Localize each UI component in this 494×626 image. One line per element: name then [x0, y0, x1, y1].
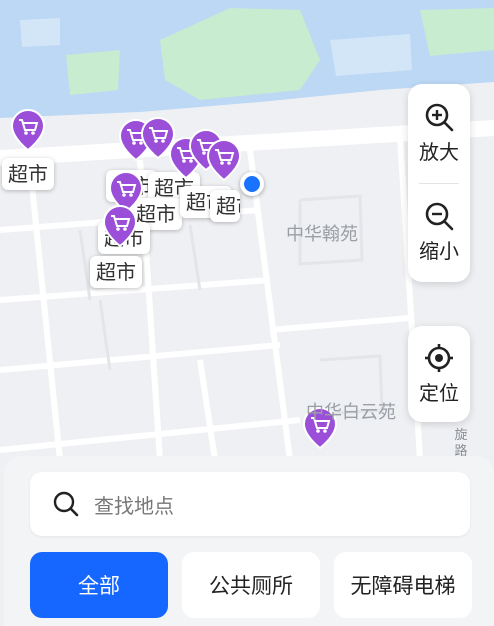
locate-button[interactable]: 定位 [408, 326, 470, 422]
zoom-out-icon [425, 202, 454, 231]
zoom-controls: 放大 缩小 [408, 84, 470, 282]
area-label: 中华白云苑 [306, 402, 396, 423]
locate-label: 定位 [419, 380, 459, 405]
cart-pin-icon[interactable] [10, 108, 46, 152]
poi-label-supermarket[interactable]: 超市 [210, 190, 240, 222]
search-placeholder: 查找地点 [94, 493, 174, 518]
area-label: 中华翰苑 [286, 224, 358, 245]
search-icon [53, 491, 79, 517]
zoom-in-button[interactable]: 放大 [408, 84, 470, 183]
user-location-dot [240, 172, 264, 196]
zoom-in-icon [425, 103, 454, 132]
cart-pin-icon[interactable] [206, 138, 242, 182]
cart-pin-icon[interactable] [102, 204, 138, 248]
filter-chip-all[interactable]: 全部 [30, 552, 168, 618]
filter-chip-public-toilet[interactable]: 公共厕所 [182, 552, 320, 618]
zoom-out-label: 缩小 [419, 239, 459, 264]
search-input[interactable]: 查找地点 [30, 472, 470, 536]
zoom-out-button[interactable]: 缩小 [408, 184, 470, 283]
crosshair-icon [425, 343, 453, 372]
poi-label-supermarket[interactable]: 超市 [90, 256, 142, 288]
filter-chip-accessible-elevator[interactable]: 无障碍电梯 [334, 552, 472, 618]
zoom-in-label: 放大 [419, 139, 459, 164]
poi-label-supermarket[interactable]: 超市 [2, 158, 54, 190]
